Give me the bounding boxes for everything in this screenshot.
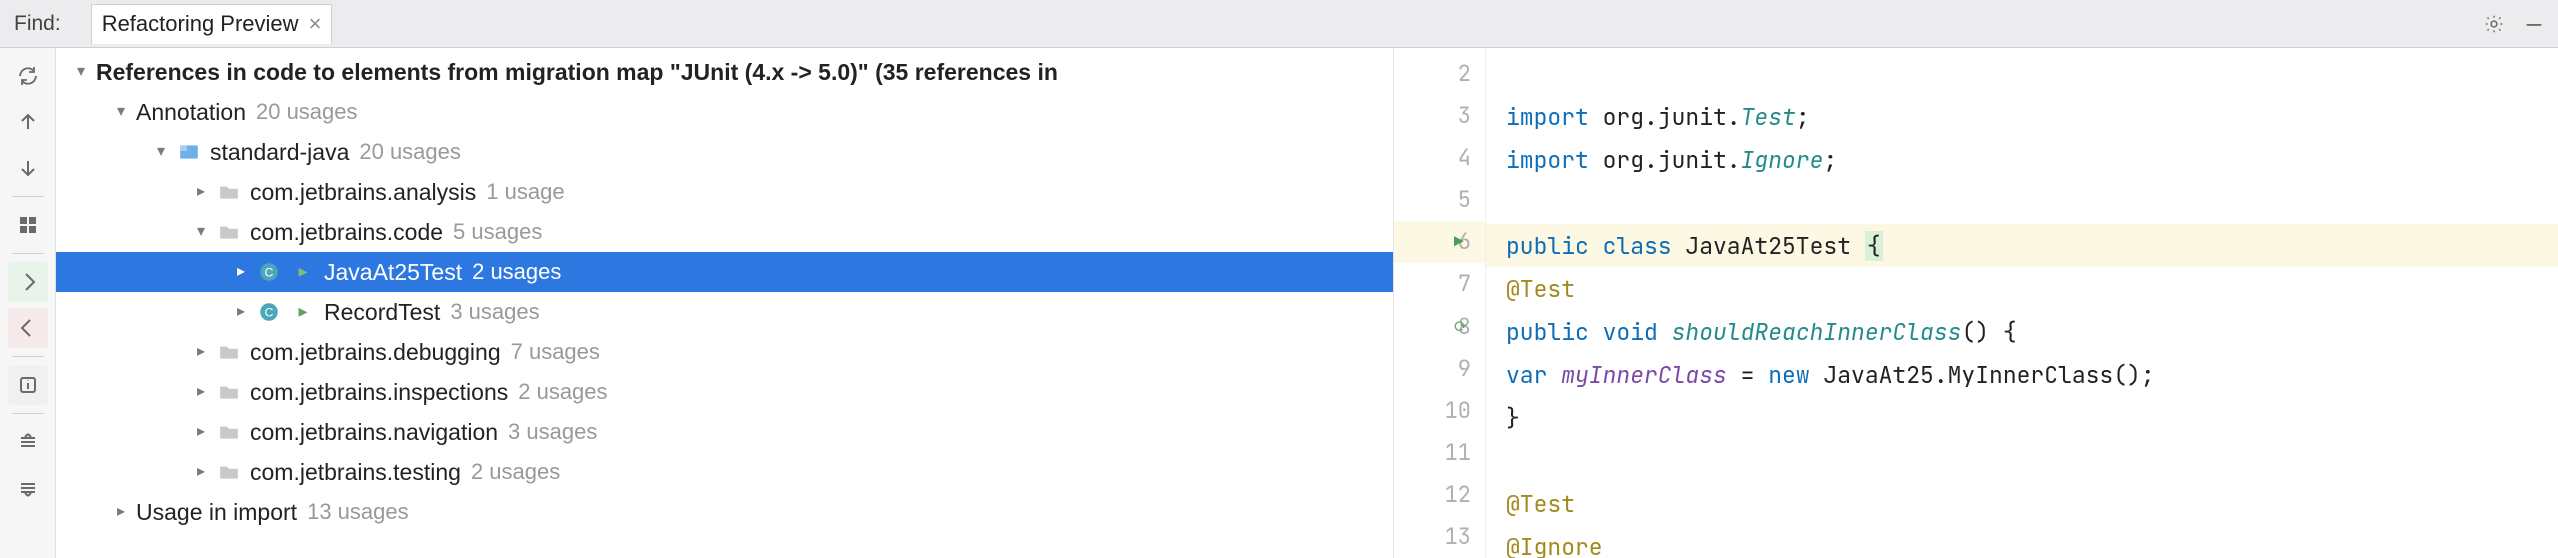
- chevron-right-icon[interactable]: [230, 258, 252, 286]
- arrow-up-icon[interactable]: [8, 102, 48, 142]
- class-icon: C: [256, 299, 282, 325]
- tree-root-label: References in code to elements from migr…: [96, 52, 1058, 92]
- code-line: public class JavaAt25Test {: [1486, 224, 2558, 267]
- folder-icon: [216, 419, 242, 445]
- chevron-right-icon[interactable]: [190, 338, 212, 366]
- tree-node-class[interactable]: C ▸ RecordTest 3 usages: [56, 292, 1393, 332]
- run-test-gutter-icon[interactable]: ▶: [1454, 231, 1464, 252]
- folder-icon: [216, 219, 242, 245]
- svg-text:C: C: [265, 305, 274, 319]
- tree-node-annotation[interactable]: Annotation 20 usages: [56, 92, 1393, 132]
- chevron-right-icon[interactable]: [190, 418, 212, 446]
- minimize-icon[interactable]: [2520, 10, 2548, 38]
- tree-node-module[interactable]: standard-java 20 usages: [56, 132, 1393, 172]
- folder-icon: [216, 339, 242, 365]
- chevron-right-icon[interactable]: [190, 458, 212, 486]
- svg-text:C: C: [265, 265, 274, 279]
- code-line: [1486, 52, 2558, 95]
- chevron-right-icon[interactable]: [110, 498, 132, 526]
- expand-all-icon[interactable]: [8, 422, 48, 462]
- info-icon[interactable]: [8, 365, 48, 405]
- chevron-right-icon[interactable]: [230, 298, 252, 326]
- code-line: @Ignore: [1486, 525, 2558, 558]
- test-run-icon: ▸: [290, 299, 316, 325]
- chevron-down-icon[interactable]: [70, 58, 92, 86]
- tree-node-package[interactable]: com.jetbrains.code 5 usages: [56, 212, 1393, 252]
- chevron-right-icon[interactable]: [190, 378, 212, 406]
- close-icon[interactable]: ×: [309, 13, 322, 35]
- tree-node-package[interactable]: com.jetbrains.inspections 2 usages: [56, 372, 1393, 412]
- tree-node-package[interactable]: com.jetbrains.navigation 3 usages: [56, 412, 1393, 452]
- code-line: }: [1486, 396, 2558, 439]
- tree-node-package[interactable]: com.jetbrains.debugging 7 usages: [56, 332, 1393, 372]
- editor-gutter: 2 3 4 5 ▶6 7 ⟳8 9 10 11 12 13: [1394, 48, 1486, 558]
- group-icon[interactable]: [8, 205, 48, 245]
- arrow-down-icon[interactable]: [8, 148, 48, 188]
- chevron-down-icon[interactable]: [190, 218, 212, 246]
- folder-icon: [216, 459, 242, 485]
- cancel-refactor-icon[interactable]: [8, 308, 48, 348]
- tree-node-package[interactable]: com.jetbrains.testing 2 usages: [56, 452, 1393, 492]
- editor-preview[interactable]: 2 3 4 5 ▶6 7 ⟳8 9 10 11 12 13 import org…: [1394, 48, 2558, 558]
- code-line: public void shouldReachInnerClass() {: [1486, 310, 2558, 353]
- run-test-gutter-icon[interactable]: ⟳: [1454, 316, 1467, 337]
- tree-root[interactable]: References in code to elements from migr…: [56, 52, 1393, 92]
- folder-icon: [216, 179, 242, 205]
- class-icon: C: [256, 259, 282, 285]
- test-run-icon: ▸: [290, 259, 316, 285]
- find-label: Find:: [14, 12, 61, 36]
- collapse-all-icon[interactable]: [8, 468, 48, 508]
- usages-tree[interactable]: References in code to elements from migr…: [56, 48, 1394, 558]
- code-line: import org.junit.Ignore;: [1486, 138, 2558, 181]
- code-line: var myInnerClass = new JavaAt25.MyInnerC…: [1486, 353, 2558, 396]
- tabbar: Find: Refactoring Preview ×: [0, 0, 2558, 48]
- code-line: [1486, 181, 2558, 224]
- do-refactor-icon[interactable]: [8, 262, 48, 302]
- gear-icon[interactable]: [2480, 10, 2508, 38]
- tree-node-usage-import[interactable]: Usage in import 13 usages: [56, 492, 1393, 532]
- refresh-icon[interactable]: [8, 56, 48, 96]
- chevron-down-icon[interactable]: [110, 98, 132, 126]
- code-line: @Test: [1486, 267, 2558, 310]
- folder-icon: [216, 379, 242, 405]
- tree-node-package[interactable]: com.jetbrains.analysis 1 usage: [56, 172, 1393, 212]
- code-line: @Test: [1486, 482, 2558, 525]
- chevron-right-icon[interactable]: [190, 178, 212, 206]
- chevron-down-icon[interactable]: [150, 138, 172, 166]
- left-toolbar: [0, 48, 56, 558]
- tree-node-class-selected[interactable]: C ▸ JavaAt25Test 2 usages: [56, 252, 1393, 292]
- code-line: import org.junit.Test;: [1486, 95, 2558, 138]
- code-line: [1486, 439, 2558, 482]
- module-icon: [176, 139, 202, 165]
- code-area[interactable]: import org.junit.Test; import org.junit.…: [1486, 48, 2558, 558]
- tab-refactoring-preview[interactable]: Refactoring Preview ×: [91, 4, 333, 44]
- tab-title: Refactoring Preview: [102, 11, 299, 37]
